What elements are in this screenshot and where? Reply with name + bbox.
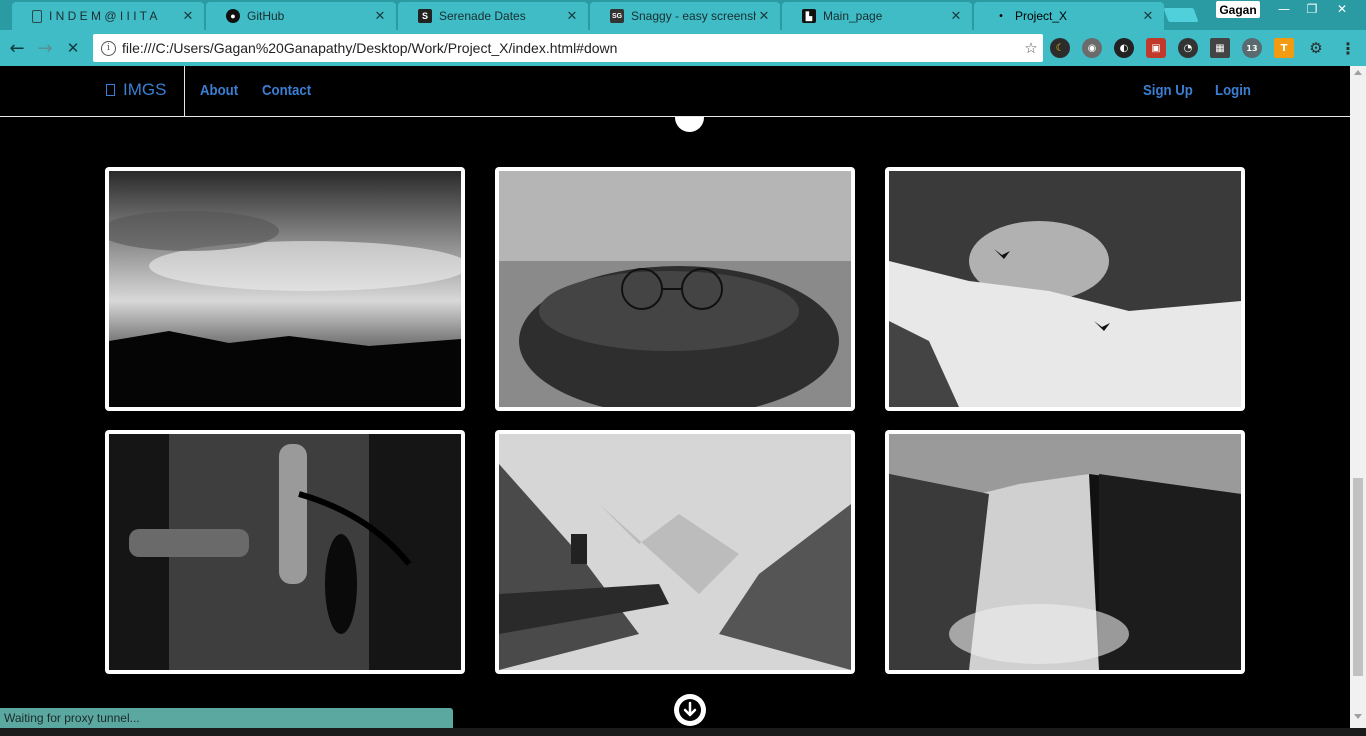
clip-ext-icon[interactable]: ▣ bbox=[1146, 38, 1166, 58]
page-scrollbar[interactable] bbox=[1350, 66, 1366, 736]
minimize-button[interactable]: — bbox=[1270, 0, 1298, 18]
page-icon: ▙ bbox=[802, 9, 816, 23]
close-icon[interactable]: ✕ bbox=[372, 8, 388, 24]
jumping-at-overlook-photo[interactable] bbox=[495, 430, 855, 674]
s-icon: S bbox=[418, 9, 432, 23]
browser-toolbar: ← → ✕ i file:///C:/Users/Gagan%20Ganapat… bbox=[0, 30, 1366, 66]
orange-ext-icon[interactable]: T bbox=[1274, 38, 1294, 58]
scroll-thumb[interactable] bbox=[1353, 478, 1363, 676]
arrow-down-icon bbox=[679, 699, 701, 721]
tab-title: Serenade Dates bbox=[439, 9, 526, 23]
address-url[interactable]: file:///C:/Users/Gagan%20Ganapathy/Deskt… bbox=[122, 40, 1019, 56]
tab-title: Project_X bbox=[1015, 9, 1068, 23]
bookmark-star-icon[interactable]: ☆ bbox=[1019, 39, 1043, 57]
close-window-button[interactable]: ✕ bbox=[1328, 0, 1356, 18]
cloudy-sky-photo[interactable] bbox=[105, 167, 465, 411]
tab-title: Snaggy - easy screensho bbox=[631, 9, 756, 23]
restore-button[interactable]: ❐ bbox=[1298, 0, 1326, 18]
stop-button[interactable]: ✕ bbox=[62, 37, 84, 59]
color-ext-icon[interactable]: ◉ bbox=[1082, 38, 1102, 58]
tab-title: I N D E M @ I I I T A bbox=[49, 9, 158, 23]
contrast-ext-icon[interactable]: ◐ bbox=[1114, 38, 1134, 58]
tab-serenade[interactable]: S Serenade Dates ✕ bbox=[398, 2, 588, 30]
brand-icon bbox=[106, 84, 115, 96]
nav-signup-link[interactable]: Sign Up bbox=[1143, 82, 1193, 99]
weather-ext-icon[interactable]: 13 bbox=[1242, 38, 1262, 58]
status-bubble: Waiting for proxy tunnel... bbox=[0, 708, 453, 728]
nav-login-link[interactable]: Login bbox=[1215, 82, 1251, 99]
forward-button[interactable]: → bbox=[34, 37, 56, 59]
nav-contact-link[interactable]: Contact bbox=[262, 82, 311, 99]
waterfall-photo[interactable] bbox=[885, 430, 1245, 674]
navbar-divider bbox=[184, 66, 185, 117]
glasses-on-hat-photo[interactable] bbox=[495, 167, 855, 411]
new-tab-button[interactable] bbox=[1163, 8, 1199, 22]
tab-indem[interactable]: I N D E M @ I I I T A ✕ bbox=[12, 2, 204, 30]
tab-title: GitHub bbox=[247, 9, 285, 23]
studio-microphone-photo[interactable] bbox=[105, 430, 465, 674]
profile-button[interactable]: Gagan bbox=[1216, 1, 1260, 18]
brand-label: IMGS bbox=[123, 80, 167, 99]
address-bar[interactable]: i file:///C:/Users/Gagan%20Ganapathy/Des… bbox=[93, 34, 1043, 62]
brand-link[interactable]: IMGS bbox=[106, 80, 166, 100]
film-ext-icon[interactable]: ▦ bbox=[1210, 38, 1230, 58]
doc-icon bbox=[32, 9, 42, 23]
site-navbar: IMGS About Contact Sign Up Login bbox=[0, 66, 1350, 117]
back-button[interactable]: ← bbox=[6, 37, 28, 59]
sg-icon: SG bbox=[610, 9, 624, 23]
tab-title: Main_page bbox=[823, 9, 883, 23]
nav-about-link[interactable]: About bbox=[200, 82, 238, 99]
tab-github[interactable]: ● GitHub ✕ bbox=[206, 2, 396, 30]
github-icon: ● bbox=[226, 9, 240, 23]
dot-icon: • bbox=[999, 10, 1003, 22]
close-icon[interactable]: ✕ bbox=[948, 8, 964, 24]
close-icon[interactable]: ✕ bbox=[564, 8, 580, 24]
close-icon[interactable]: ✕ bbox=[756, 8, 772, 24]
moon-ext-icon[interactable]: ☾ bbox=[1050, 38, 1070, 58]
close-icon[interactable]: ✕ bbox=[1140, 8, 1156, 24]
tab-project-x[interactable]: • Project_X ✕ bbox=[974, 2, 1164, 30]
speed-ext-icon[interactable]: ◔ bbox=[1178, 38, 1198, 58]
snowy-mountain-birds-photo[interactable] bbox=[885, 167, 1245, 411]
close-icon[interactable]: ✕ bbox=[180, 8, 196, 24]
menu-icon[interactable]: ⋮ bbox=[1338, 38, 1358, 58]
scroll-down-button[interactable] bbox=[674, 694, 706, 726]
tab-strip: I N D E M @ I I I T A ✕ ● GitHub ✕ S Ser… bbox=[0, 0, 1366, 30]
tab-snaggy[interactable]: SG Snaggy - easy screensho ✕ bbox=[590, 2, 780, 30]
scroll-up-arrow-icon[interactable] bbox=[1354, 70, 1362, 75]
gear-icon[interactable]: ⚙ bbox=[1306, 38, 1326, 58]
page-viewport: IMGS About Contact Sign Up Login bbox=[0, 66, 1350, 736]
os-taskbar bbox=[0, 728, 1366, 736]
scroll-down-arrow-icon[interactable] bbox=[1354, 714, 1362, 719]
info-icon[interactable]: i bbox=[101, 40, 116, 56]
tab-main-page[interactable]: ▙ Main_page ✕ bbox=[782, 2, 972, 30]
